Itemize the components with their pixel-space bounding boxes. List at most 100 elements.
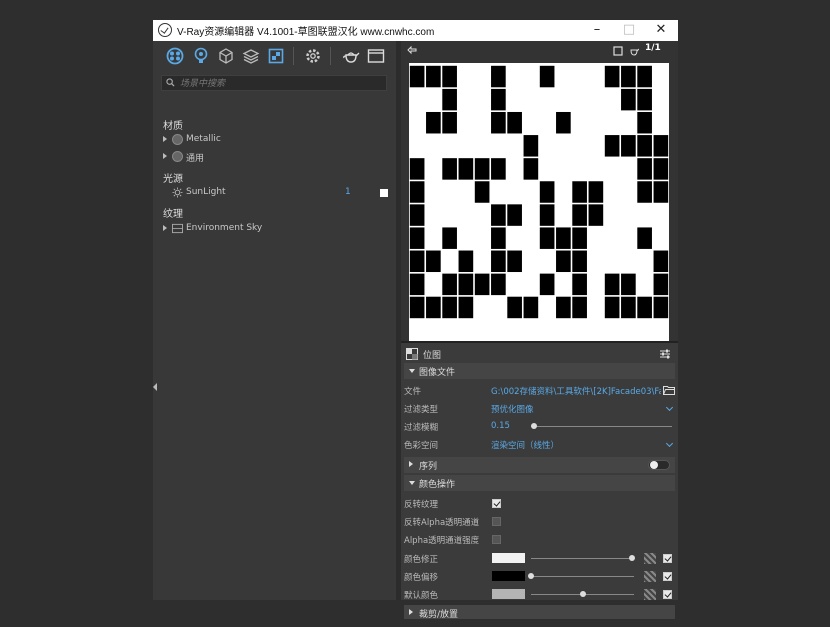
preview-ratio[interactable]: 1/1 xyxy=(645,43,661,53)
options-sliders-icon[interactable] xyxy=(659,348,671,360)
light-enable-checkbox[interactable] xyxy=(380,189,388,197)
pattern-cell xyxy=(637,65,652,88)
color-mult-slider-track[interactable] xyxy=(531,558,634,559)
filter-blur-slider-knob[interactable] xyxy=(530,423,537,429)
scene-search-box[interactable] xyxy=(161,75,387,91)
file-label: 文件 xyxy=(404,387,422,397)
color-space-row[interactable]: 色彩空间 渲染空间（线性） xyxy=(404,436,675,454)
pattern-cell xyxy=(523,296,539,319)
pattern-cell xyxy=(604,135,620,157)
color-offset-swatch[interactable] xyxy=(492,571,525,581)
section-image-file[interactable]: 图像文件 xyxy=(404,363,675,379)
bitmap-properties: 位图 图像文件 文件 G:\002存储资料\工具软件\[2K]Facade03\… xyxy=(401,341,678,620)
color-space-label: 色彩空间 xyxy=(404,441,439,451)
texture-item-environment-sky[interactable]: Environment Sky xyxy=(163,222,391,236)
default-color-swatch[interactable] xyxy=(492,589,525,599)
pattern-cell xyxy=(491,158,506,180)
render-teapot-icon[interactable] xyxy=(341,46,361,66)
filter-type-dropdown[interactable]: 预优化图像 xyxy=(491,403,534,415)
default-color-label: 默认颜色 xyxy=(404,591,439,601)
filter-blur-label: 过滤模糊 xyxy=(404,423,439,433)
geometry-icon[interactable] xyxy=(216,46,236,66)
alpha-strength-checkbox[interactable] xyxy=(492,535,501,544)
pattern-cell xyxy=(507,111,522,134)
color-offset-enable-checkbox[interactable] xyxy=(663,572,672,581)
preview-teapot-icon[interactable] xyxy=(629,46,639,56)
filter-blur-row[interactable]: 过滤模糊 0.15 xyxy=(404,418,675,436)
lights-icon[interactable] xyxy=(191,46,211,66)
pattern-cell xyxy=(653,158,669,180)
file-row: 文件 G:\002存储资料\工具软件\[2K]Facade03\Fac... xyxy=(404,382,675,400)
expand-arrow-icon[interactable] xyxy=(163,225,167,231)
pattern-cell xyxy=(474,158,490,180)
texture-slot-icon[interactable] xyxy=(644,589,656,600)
pattern-cell xyxy=(442,111,457,134)
pattern-cell xyxy=(442,158,457,180)
filter-blur-value[interactable]: 0.15 xyxy=(491,421,510,431)
textures-icon[interactable] xyxy=(266,46,286,66)
expand-arrow-icon[interactable] xyxy=(163,136,167,142)
pattern-cell xyxy=(572,227,587,249)
default-color-enable-checkbox[interactable] xyxy=(663,590,672,599)
pattern-cell xyxy=(653,296,669,319)
vray-logo-icon xyxy=(158,23,172,37)
pattern-cell xyxy=(409,296,425,319)
color-offset-slider-knob[interactable] xyxy=(528,573,534,579)
sequence-toggle[interactable] xyxy=(648,460,670,470)
pattern-cell xyxy=(474,273,490,296)
pin-icon[interactable] xyxy=(407,45,417,55)
filter-blur-slider-track[interactable] xyxy=(531,426,672,427)
filter-type-label: 过滤类型 xyxy=(404,405,439,415)
chevron-down-icon[interactable] xyxy=(665,439,674,448)
sun-icon xyxy=(172,187,183,198)
preview-square-icon[interactable] xyxy=(613,46,623,56)
default-color-slider-knob[interactable] xyxy=(579,591,586,597)
collapse-left-arrow-icon[interactable] xyxy=(153,383,157,391)
minimize-button[interactable]: – xyxy=(581,20,613,41)
render-window-icon[interactable] xyxy=(366,46,386,66)
pattern-cell xyxy=(409,250,425,273)
color-mult-swatch[interactable] xyxy=(492,553,525,563)
pattern-cell xyxy=(539,273,555,296)
bitmap-icon xyxy=(406,348,418,360)
expand-arrow-icon xyxy=(409,461,413,467)
section-title: 裁剪/放置 xyxy=(419,610,459,620)
search-input[interactable] xyxy=(180,76,380,90)
settings-icon[interactable] xyxy=(303,46,323,66)
expand-arrow-icon[interactable] xyxy=(163,153,167,159)
section-color-operations[interactable]: 颜色操作 xyxy=(404,475,675,491)
texture-slot-icon[interactable] xyxy=(644,553,656,564)
maximize-button[interactable]: □ xyxy=(613,20,645,41)
color-mult-slider-knob[interactable] xyxy=(628,555,635,561)
chevron-down-icon[interactable] xyxy=(665,403,674,412)
materials-icon[interactable] xyxy=(165,46,185,66)
pattern-cell xyxy=(442,273,457,296)
material-item-generic[interactable]: 通用 xyxy=(163,150,391,164)
close-button[interactable]: ✕ xyxy=(645,20,677,41)
pattern-cell xyxy=(523,158,539,180)
light-instance-count: 1 xyxy=(345,187,351,197)
color-mult-enable-checkbox[interactable] xyxy=(663,554,672,563)
section-sequence[interactable]: 序列 xyxy=(404,457,675,473)
section-crop-placement[interactable]: 裁剪/放置 xyxy=(404,605,675,620)
color-offset-slider-track[interactable] xyxy=(531,576,634,577)
render-elements-icon[interactable] xyxy=(241,46,261,66)
pattern-cell xyxy=(637,296,652,319)
file-path-field[interactable]: G:\002存储资料\工具软件\[2K]Facade03\Fac... xyxy=(491,385,661,397)
material-item-metallic[interactable]: Metallic xyxy=(163,133,391,147)
open-folder-icon[interactable] xyxy=(663,385,675,395)
texture-slot-icon[interactable] xyxy=(644,571,656,582)
alpha-strength-label: Alpha透明通道强度 xyxy=(404,536,480,546)
pattern-cell xyxy=(653,135,669,157)
pattern-cell xyxy=(621,296,636,319)
preview-toolbar: 1/1 xyxy=(401,41,678,61)
invert-alpha-checkbox[interactable] xyxy=(492,517,501,526)
category-lights: 光源 xyxy=(163,174,183,185)
texture-name: Environment Sky xyxy=(186,223,263,233)
invert-texture-checkbox[interactable] xyxy=(492,499,501,508)
light-item-sunlight[interactable]: SunLight 1 xyxy=(163,186,391,200)
light-name: SunLight xyxy=(186,187,226,197)
filter-type-row[interactable]: 过滤类型 预优化图像 xyxy=(404,400,675,418)
pattern-cell xyxy=(653,273,669,296)
color-space-dropdown[interactable]: 渲染空间（线性） xyxy=(491,439,559,451)
